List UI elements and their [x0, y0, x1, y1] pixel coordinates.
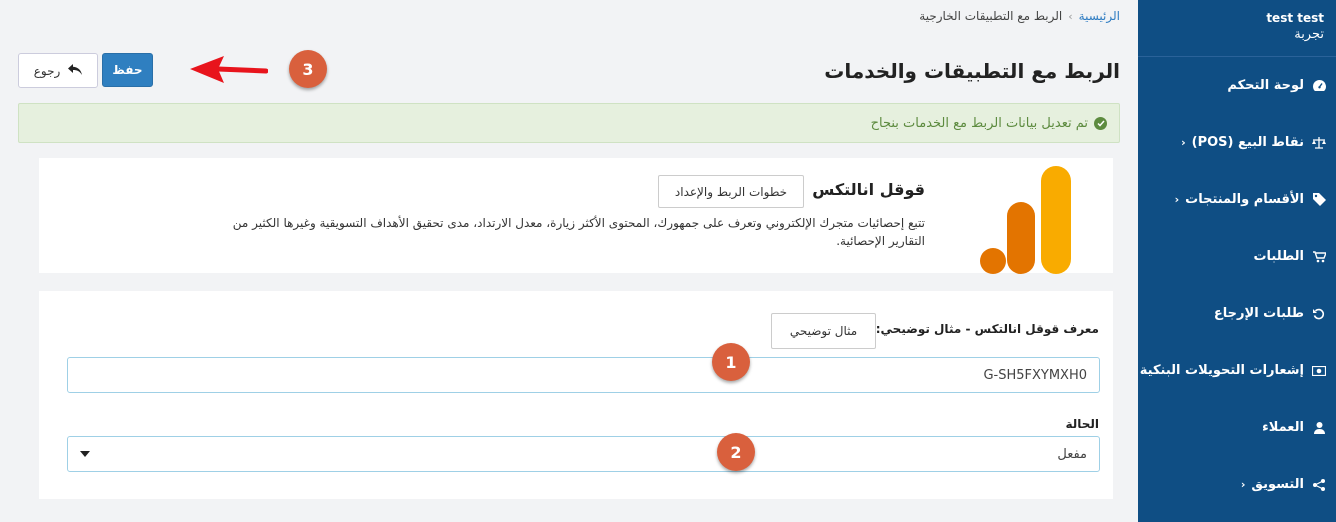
annotation-badge-3: 3: [289, 50, 327, 88]
analytics-id-label: معرف قوقل انالتكس - مثال توضيحي:: [875, 322, 1099, 336]
save-button[interactable]: حفظ: [102, 53, 153, 87]
chevron-left-icon: ‹: [1174, 193, 1180, 206]
caret-down-icon: [80, 451, 90, 457]
google-analytics-icon: [980, 166, 1071, 274]
sidebar-item-label: التسويق: [1251, 477, 1304, 492]
integration-card: قوقل انالتكس خطوات الربط والإعداد تتبع إ…: [39, 158, 1113, 274]
sidebar-item-dashboard[interactable]: لوحة التحكم: [1138, 57, 1336, 114]
status-select-value: مفعل: [1057, 446, 1087, 462]
setup-steps-button[interactable]: خطوات الربط والإعداد: [658, 175, 804, 208]
user-name: test test: [1266, 11, 1324, 25]
back-icon: [68, 63, 83, 78]
sidebar-item-label: الطلبات: [1253, 249, 1304, 264]
breadcrumb-home-link[interactable]: الرئيسية: [1079, 9, 1120, 23]
sidebar-item-label: العملاء: [1262, 420, 1304, 435]
sidebar-item-label: نقاط البيع (POS): [1191, 135, 1304, 150]
breadcrumb-separator: ›: [1068, 9, 1073, 23]
sidebar-item-bank-transfers[interactable]: إشعارات التحويلات البنكية: [1138, 342, 1336, 399]
back-button-label: رجوع: [33, 63, 61, 78]
page-title: الربط مع التطبيقات والخدمات: [824, 59, 1120, 83]
red-arrow-icon: [190, 56, 268, 83]
settings-form-card: معرف قوقل انالتكس - مثال توضيحي: مثال تو…: [39, 291, 1113, 499]
example-button[interactable]: مثال توضيحي: [771, 313, 876, 349]
tag-icon: [1312, 193, 1326, 207]
chevron-left-icon: ‹: [1181, 136, 1186, 149]
integration-name: قوقل انالتكس: [812, 180, 925, 199]
dashboard-icon: [1312, 79, 1326, 93]
success-alert-message: تم تعديل بيانات الربط مع الخدمات بنجاح: [870, 115, 1088, 131]
cart-icon: [1312, 250, 1326, 264]
back-button[interactable]: رجوع: [18, 53, 98, 88]
sidebar-item-label: لوحة التحكم: [1227, 78, 1304, 93]
sidebar-item-label: طلبات الإرجاع: [1213, 306, 1304, 321]
integration-description: تتبع إحصائيات متجرك الإلكتروني وتعرف على…: [232, 216, 925, 248]
sidebar-item-pos[interactable]: نقاط البيع (POS) ‹: [1138, 114, 1336, 171]
sidebar-item-label: إشعارات التحويلات البنكية: [1139, 363, 1304, 378]
sidebar-item-returns[interactable]: طلبات الإرجاع: [1138, 285, 1336, 342]
sidebar-item-customers[interactable]: العملاء: [1138, 399, 1336, 456]
undo-icon: [1312, 307, 1326, 321]
chevron-left-icon: ‹: [1240, 478, 1246, 491]
sidebar-item-marketing[interactable]: التسويق ‹: [1138, 456, 1336, 513]
analytics-id-input[interactable]: [67, 357, 1100, 393]
annotation-badge-1: 1: [712, 343, 750, 381]
main-content: الرئيسية › الربط مع التطبيقات الخارجية ا…: [0, 0, 1138, 522]
breadcrumb: الرئيسية › الربط مع التطبيقات الخارجية: [919, 9, 1120, 23]
annotation-badge-2: 2: [717, 433, 755, 471]
status-select[interactable]: مفعل: [67, 436, 1100, 472]
user-icon: [1312, 421, 1326, 435]
success-alert: تم تعديل بيانات الربط مع الخدمات بنجاح: [18, 103, 1120, 143]
sidebar: test test تجربة لوحة التحكم نقاط البيع (…: [1138, 0, 1336, 522]
status-label: الحالة: [1065, 417, 1099, 431]
money-icon: [1312, 364, 1326, 378]
user-store-name: تجربة: [1294, 27, 1324, 42]
user-box[interactable]: test test تجربة: [1138, 0, 1336, 57]
breadcrumb-current: الربط مع التطبيقات الخارجية: [919, 9, 1063, 23]
share-icon: [1312, 478, 1326, 492]
sidebar-item-orders[interactable]: الطلبات: [1138, 228, 1336, 285]
check-circle-icon: [1094, 116, 1107, 130]
sidebar-item-label: الأقسام والمنتجات: [1185, 192, 1304, 207]
sidebar-item-categories[interactable]: الأقسام والمنتجات ‹: [1138, 171, 1336, 228]
balance-scale-icon: [1312, 136, 1326, 150]
